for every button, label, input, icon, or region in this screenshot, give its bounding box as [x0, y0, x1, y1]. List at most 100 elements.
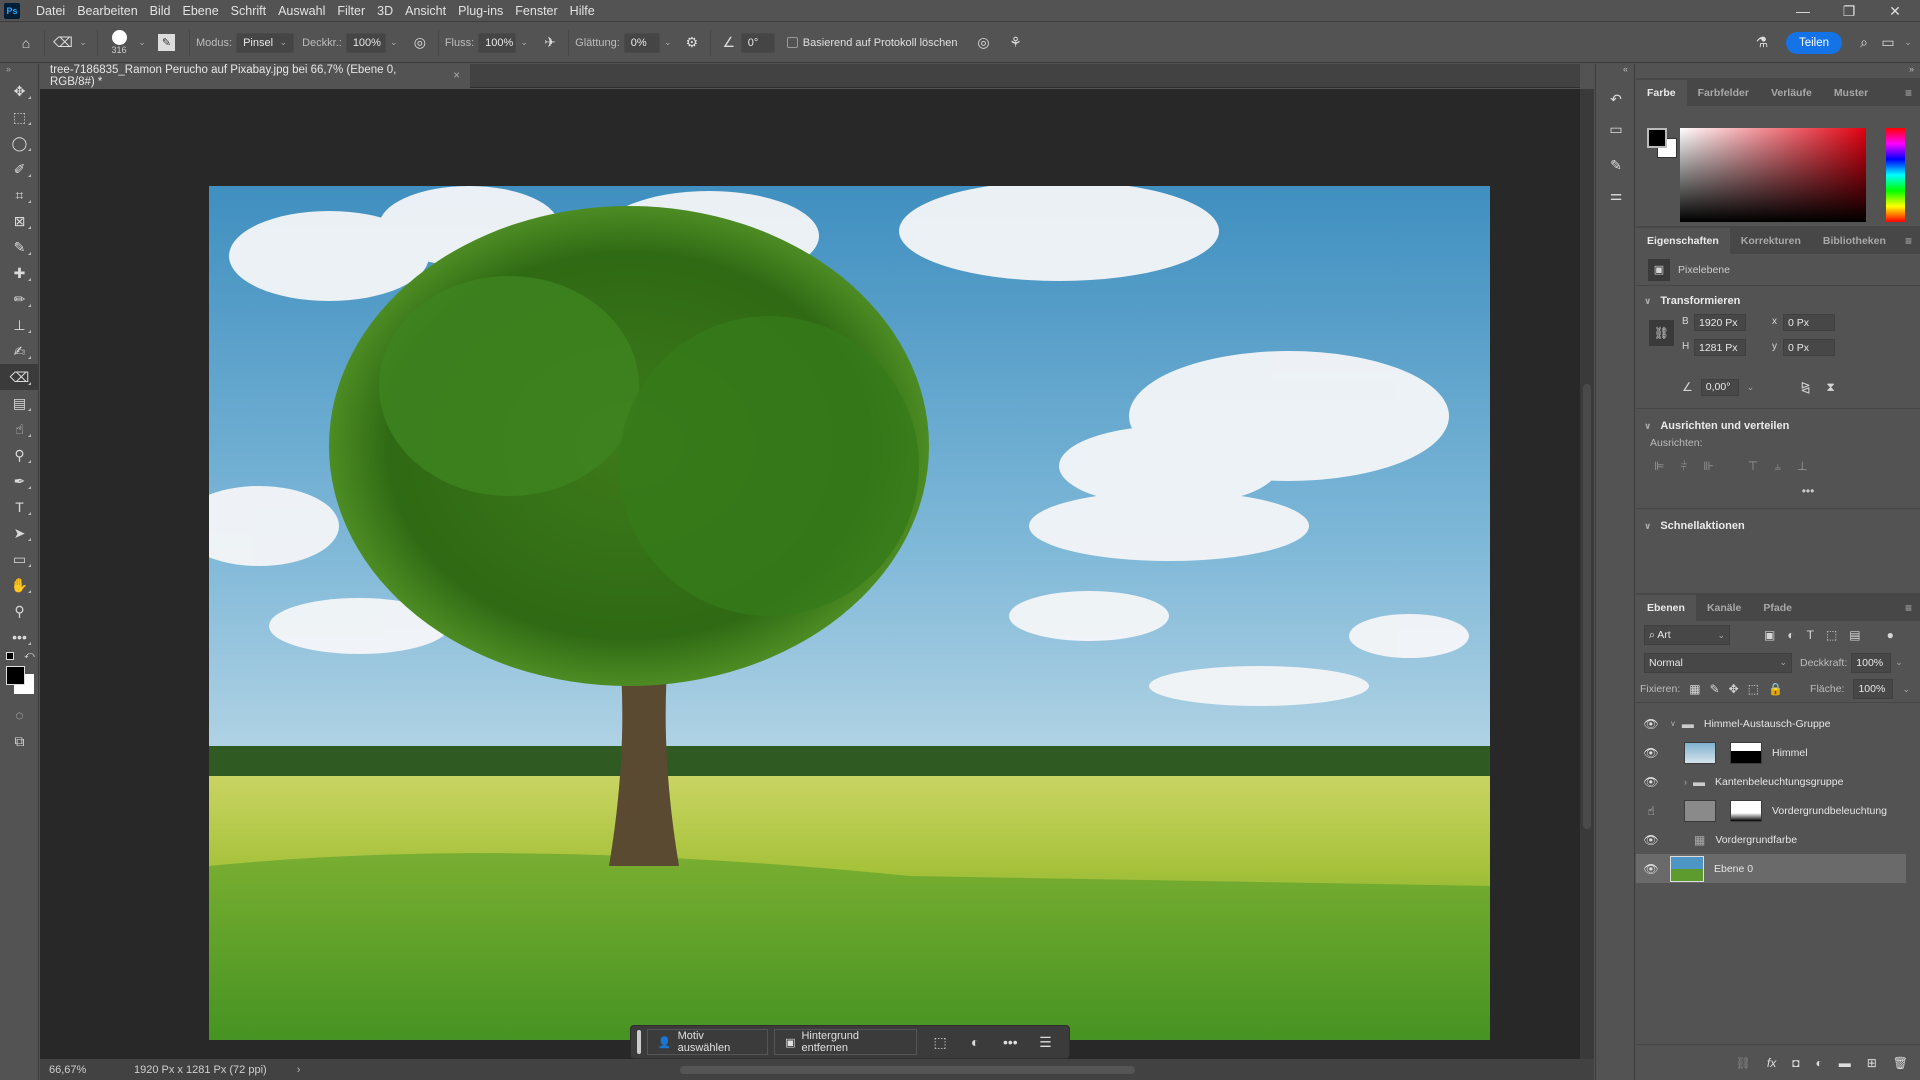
menu-plugins[interactable]: Plug-ins [452, 4, 509, 18]
eraser-tool-icon[interactable]: ⌫ [51, 31, 75, 55]
menu-ansicht[interactable]: Ansicht [399, 4, 452, 18]
width-input[interactable]: 1920 Px [1694, 314, 1746, 331]
menu-bild[interactable]: Bild [144, 4, 177, 18]
layer-mask-thumbnail[interactable] [1730, 741, 1762, 764]
layer-filter-select[interactable]: ⌕ Art ⌄ [1644, 625, 1730, 645]
marquee-tool-icon[interactable]: ⬚ [0, 104, 39, 130]
move-tool-icon[interactable]: ✥ [0, 78, 39, 104]
fill-dropdown[interactable]: ⌄ [1902, 684, 1910, 695]
flip-vertical-icon[interactable]: ⧗ [1826, 380, 1834, 395]
menu-filter[interactable]: Filter [331, 4, 371, 18]
quick-mask-icon[interactable]: ◌ [0, 702, 39, 728]
panel-menu-icon[interactable]: ≡ [1905, 86, 1912, 100]
more-options-icon[interactable]: ••• [993, 1029, 1028, 1055]
tab-muster[interactable]: Muster [1823, 80, 1879, 106]
tab-kanaele[interactable]: Kanäle [1696, 595, 1752, 621]
filter-adjustment-icon[interactable]: ◐ [1787, 628, 1794, 642]
screen-mode-icon[interactable]: ⧉ [0, 728, 39, 754]
menu-fenster[interactable]: Fenster [509, 4, 563, 18]
stamp-tool-icon[interactable]: ⊥ [0, 312, 39, 338]
rotation-dropdown[interactable]: ⌄ [1747, 382, 1755, 393]
brush-settings-icon[interactable]: ✎ [158, 34, 175, 51]
pressure-opacity-icon[interactable]: ◎ [408, 31, 432, 55]
align-hcenter-icon[interactable]: ⫩ [1680, 459, 1687, 474]
document-tab[interactable]: tree-7186835_Ramon Perucho auf Pixabay.j… [40, 64, 470, 88]
zoom-tool-icon[interactable]: ⚲ [0, 598, 39, 624]
layer-row[interactable]: 👁 ▦ Vordergrundfarbe [1636, 825, 1920, 854]
restore-button[interactable]: ❐ [1826, 0, 1872, 22]
tab-korrekturen[interactable]: Korrekturen [1730, 228, 1812, 254]
protocol-checkbox-row[interactable]: Basierend auf Protokoll löschen [786, 37, 958, 49]
menu-hilfe[interactable]: Hilfe [564, 4, 601, 18]
tab-bibliotheken[interactable]: Bibliotheken [1812, 228, 1897, 254]
foreground-color-swatch[interactable] [6, 666, 25, 685]
menu-ebene[interactable]: Ebene [177, 4, 225, 18]
expand-panels-icon[interactable]: » [1636, 64, 1920, 78]
menu-auswahl[interactable]: Auswahl [272, 4, 331, 18]
visibility-eye-icon[interactable]: 👁 [1636, 862, 1666, 876]
remove-background-button[interactable]: ▣ Hintergrund entfernen [774, 1029, 917, 1055]
crop-tool-icon[interactable]: ⌗ [0, 182, 39, 208]
delete-layer-icon[interactable]: 🗑 [1893, 1056, 1908, 1070]
share-button[interactable]: Teilen [1785, 31, 1842, 54]
vertical-scrollbar[interactable] [1580, 89, 1594, 1059]
align-left-icon[interactable]: ⊫ [1654, 459, 1664, 474]
tab-ebenen[interactable]: Ebenen [1636, 595, 1696, 621]
menu-3d[interactable]: 3D [371, 4, 399, 18]
align-bottom-icon[interactable]: ⊥ [1797, 459, 1807, 474]
comments-panel-icon[interactable]: ▭ [1596, 114, 1636, 144]
default-colors-icon[interactable] [6, 652, 14, 660]
layer-row[interactable]: 👁 › ▬ Kantenbeleuchtungsgruppe [1636, 767, 1920, 796]
layer-row[interactable]: ☝ Vordergrundbeleuchtung [1636, 796, 1920, 825]
filter-shape-icon[interactable]: ⬚ [1826, 628, 1837, 642]
angle-input[interactable]: 0° [740, 32, 775, 53]
swap-colors-icon[interactable]: ⤺ [24, 650, 35, 661]
glaettung-dropdown[interactable]: ⌄ [660, 33, 676, 53]
lock-image-icon[interactable]: ✎ [1710, 682, 1720, 696]
quick-selection-tool-icon[interactable]: ✐ [0, 156, 39, 182]
filter-pixel-icon[interactable]: ▣ [1764, 628, 1775, 642]
layer-effects-icon[interactable]: fx [1767, 1056, 1776, 1070]
airbrush-icon[interactable]: ✈ [538, 31, 562, 55]
visibility-eye-icon[interactable]: 👁 [1636, 833, 1666, 847]
lasso-tool-icon[interactable]: ◯ [0, 130, 39, 156]
tab-eigenschaften[interactable]: Eigenschaften [1636, 228, 1730, 254]
drag-handle[interactable] [637, 1030, 641, 1054]
fill-input[interactable]: 100% [1853, 679, 1894, 699]
opacity-dropdown[interactable]: ⌄ [1895, 657, 1903, 668]
link-layers-icon[interactable]: ⛓ [1736, 1056, 1751, 1070]
path-selection-tool-icon[interactable]: ➤ [0, 520, 39, 546]
workspace-dropdown[interactable]: ⌄ [1900, 33, 1916, 53]
foreground-color-chip[interactable] [1647, 128, 1667, 148]
x-input[interactable]: 0 Px [1783, 314, 1835, 331]
layer-row[interactable]: 👁 Himmel [1636, 738, 1920, 767]
more-align-options[interactable]: ••• [1636, 484, 1920, 498]
transform-section-header[interactable]: ∨ Transformieren [1636, 290, 1920, 312]
tab-farbe[interactable]: Farbe [1636, 80, 1687, 106]
select-subject-button[interactable]: 👤 Motiv auswählen [646, 1029, 769, 1055]
flip-horizontal-icon[interactable]: ⧎ [1800, 380, 1810, 394]
close-window-button[interactable]: ✕ [1872, 0, 1918, 22]
brush-preset-picker[interactable]: 316 [104, 30, 134, 55]
brush-tool-icon[interactable]: ✏ [0, 286, 39, 312]
hue-slider[interactable] [1886, 128, 1905, 222]
canvas-image[interactable] [209, 186, 1490, 1040]
smoothing-gear-icon[interactable]: ⚙ [680, 31, 704, 55]
panel-menu-icon[interactable]: ≡ [1905, 601, 1912, 615]
menu-bearbeiten[interactable]: Bearbeiten [71, 4, 143, 18]
history-brush-tool-icon[interactable]: ✍ [0, 338, 39, 364]
blend-mode-select[interactable]: Normal ⌄ [1644, 652, 1792, 673]
workspace-icon[interactable]: ▭ [1876, 31, 1900, 55]
height-input[interactable]: 1281 Px [1694, 339, 1746, 356]
new-adjustment-layer-icon[interactable]: ◐ [1815, 1056, 1822, 1070]
tool-preset-dropdown[interactable]: ⌄ [75, 33, 91, 53]
fluss-input[interactable]: 100% [478, 32, 517, 53]
horizontal-scrollbar[interactable] [290, 1064, 1580, 1076]
lock-transparent-icon[interactable]: ▦ [1689, 682, 1700, 696]
color-field[interactable] [1680, 128, 1866, 222]
layer-mask-thumbnail[interactable] [1730, 799, 1762, 822]
align-section-header[interactable]: ∨ Ausrichten und verteilen [1636, 415, 1920, 437]
eyedropper-tool-icon[interactable]: ✎ [0, 234, 39, 260]
menu-datei[interactable]: Datei [30, 4, 71, 18]
visibility-eye-icon[interactable]: 👁 [1636, 717, 1666, 731]
